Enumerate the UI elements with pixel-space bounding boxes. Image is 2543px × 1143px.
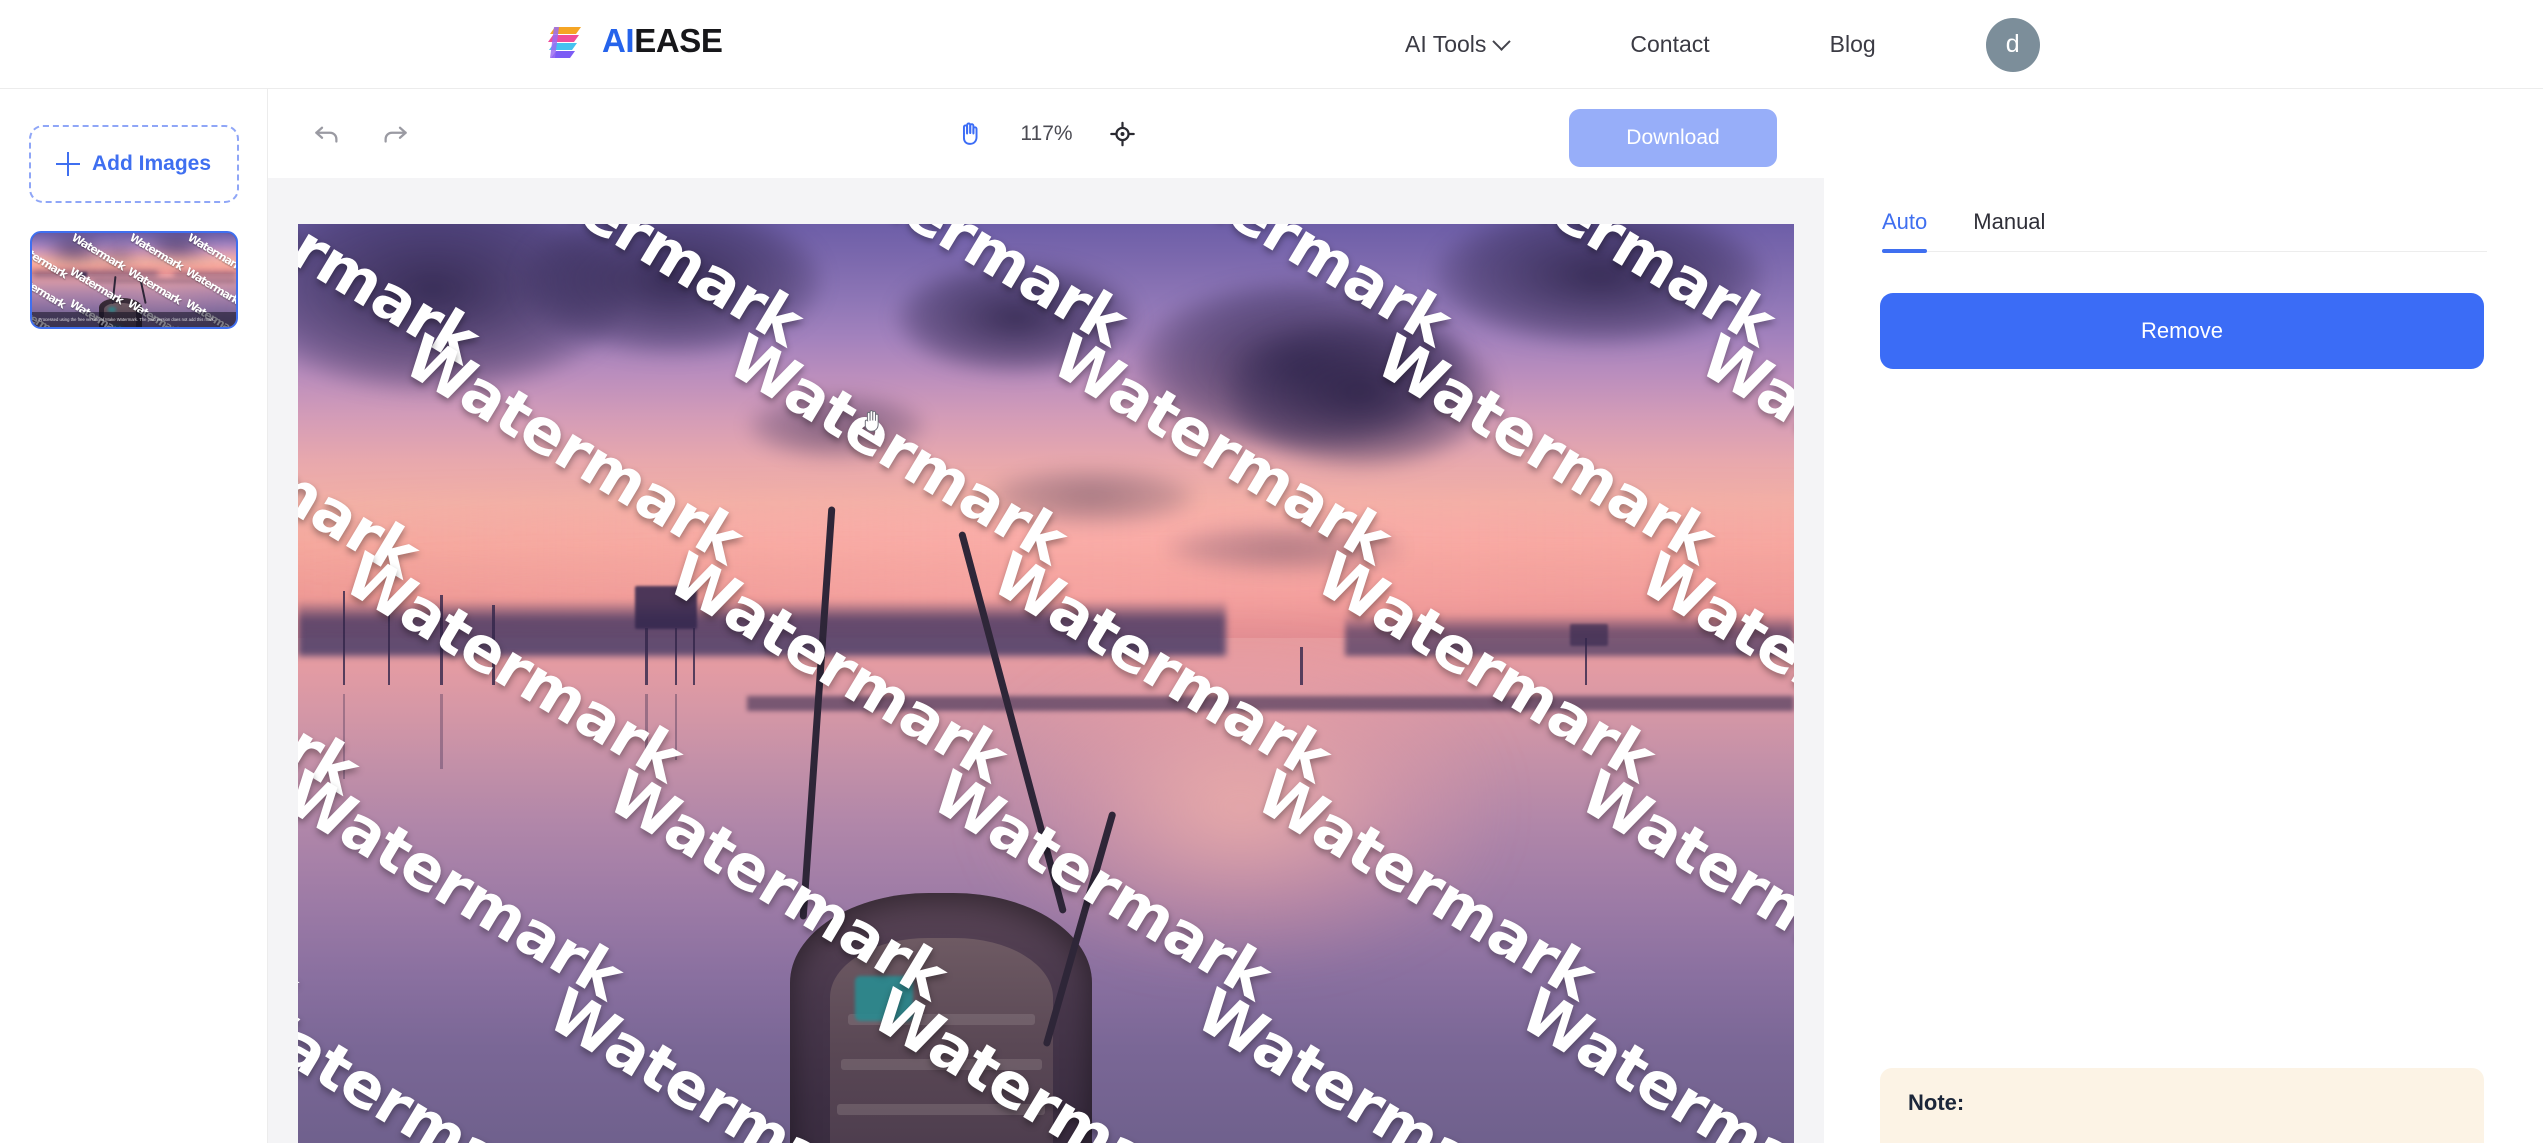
tab-auto-label: Auto	[1882, 209, 1928, 234]
download-button[interactable]: Download	[1569, 109, 1777, 167]
nav-item-ai-tools-label: AI Tools	[1405, 31, 1487, 57]
hand-tool-icon[interactable]	[956, 119, 985, 148]
user-avatar[interactable]: d	[1985, 17, 2040, 72]
nav-item-contact-label: Contact	[1630, 31, 1710, 57]
canvas-area[interactable]: Watermark Watermark Watermark Watermark …	[268, 178, 1824, 1143]
brand-logo-text: AIEASE	[602, 21, 723, 59]
brand-logo[interactable]: AIEASE	[545, 18, 723, 62]
nav-item-ai-tools[interactable]: AI Tools	[1405, 31, 1512, 58]
crosshair-target-icon[interactable]	[1109, 120, 1137, 148]
add-images-button[interactable]: Add Images	[28, 125, 239, 203]
plus-icon	[55, 152, 80, 176]
logo-text-ai: AI	[602, 21, 635, 59]
mode-tabs: Auto Manual	[1882, 209, 2487, 253]
remove-watermark-button[interactable]: Remove	[1880, 293, 2484, 369]
note-info-box: Note: Click the "Remove" button to autom…	[1880, 1068, 2484, 1143]
logo-text-ease: EASE	[634, 21, 723, 59]
tab-auto[interactable]: Auto	[1882, 209, 1928, 253]
redo-arrow-icon[interactable]	[380, 119, 410, 149]
editor-toolbar: 117% Download	[268, 89, 1824, 178]
ai-ease-logo-icon	[545, 18, 589, 62]
add-images-label: Add Images	[91, 152, 212, 175]
image-thumbnail-item[interactable]: Watermark Watermark Watermark Watermark …	[29, 231, 238, 329]
source-photo	[298, 224, 1794, 1143]
editing-image-canvas[interactable]: Watermark Watermark Watermark Watermark …	[298, 224, 1794, 1143]
top-navigation-bar: AIEASE AI Tools Contact Blog d	[0, 0, 2543, 89]
zoom-controls: 117%	[956, 89, 1137, 178]
nav-item-blog-label: Blog	[1829, 31, 1876, 57]
boat-shape	[762, 863, 1121, 1143]
ai-ease-watermark-remover-app: AIEASE AI Tools Contact Blog d Add Image…	[0, 0, 2543, 1143]
zoom-level-label: 117%	[1020, 121, 1073, 145]
download-button-label: Download	[1626, 126, 1720, 149]
tab-manual[interactable]: Manual	[1973, 209, 2045, 251]
avatar-initial: d	[2005, 30, 2020, 58]
nav-links: AI Tools Contact Blog d	[1405, 0, 2040, 89]
tab-manual-label: Manual	[1973, 209, 2046, 234]
nav-item-blog[interactable]: Blog	[1830, 31, 1876, 58]
chevron-down-icon	[1492, 32, 1512, 51]
remove-button-label: Remove	[2141, 318, 2223, 343]
undo-arrow-icon[interactable]	[312, 119, 342, 149]
right-settings-panel: Auto Manual	[1824, 89, 2543, 1143]
nav-item-contact[interactable]: Contact	[1630, 31, 1709, 58]
thumbnail-watermark-caption: Processed using the free version of Make…	[31, 312, 236, 327]
left-sidebar: Add Images Watermark Watermark Watermark…	[0, 89, 268, 1143]
note-body-text: Click the "Remove" button to automatical…	[1908, 1138, 2456, 1143]
note-title: Note:	[1908, 1090, 1965, 1115]
